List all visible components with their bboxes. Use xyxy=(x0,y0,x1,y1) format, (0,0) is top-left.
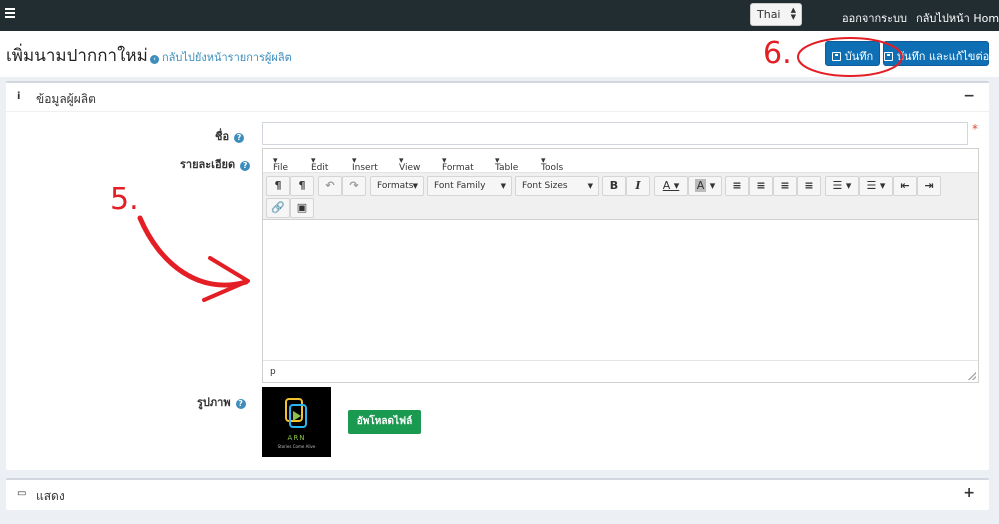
image-label-text: รูปภาพ xyxy=(197,396,231,409)
monitor-icon: ▭ xyxy=(17,488,27,499)
name-label-text: ชื่อ xyxy=(215,130,230,143)
logo-brand: ARN xyxy=(287,434,306,442)
panel-header: i ข้อมูลผู้ผลิต − xyxy=(6,83,989,112)
element-path[interactable]: p xyxy=(270,367,276,377)
menu-format[interactable]: Format ▾ xyxy=(442,156,474,173)
numbered-list-icon[interactable]: ☰ ▾ xyxy=(859,176,893,196)
undo-icon[interactable]: ↶ xyxy=(318,176,342,196)
formats-dropdown[interactable]: Formats ▼ xyxy=(370,176,424,196)
menu-toggle-icon[interactable] xyxy=(5,8,15,18)
menu-tools-label: Tools xyxy=(541,163,564,173)
italic-icon[interactable]: I xyxy=(626,176,650,196)
image-label: รูปภาพ? xyxy=(197,393,246,411)
top-navbar: Thai ▲ ▼ ออกจากระบบ กลับไปหน้า Home xyxy=(0,0,999,31)
editor-statusbar: p xyxy=(263,360,978,382)
menu-table[interactable]: Table ▾ xyxy=(495,156,518,173)
background-color-icon[interactable]: A ▾ xyxy=(688,176,722,196)
menu-table-label: Table xyxy=(495,163,519,173)
name-input[interactable] xyxy=(262,122,968,145)
caret-icon: ▼ xyxy=(412,182,418,190)
expand-toggle[interactable]: + xyxy=(963,485,975,501)
indent-icon[interactable]: ⇥ xyxy=(917,176,941,196)
annotation-circle xyxy=(797,37,903,77)
redo-icon[interactable]: ↷ xyxy=(342,176,366,196)
panel-title: แสดง xyxy=(36,489,65,503)
collapse-toggle[interactable]: − xyxy=(963,88,975,104)
menu-edit[interactable]: Edit ▾ xyxy=(311,156,328,173)
back-arrow-icon: ‹ xyxy=(150,55,159,64)
align-justify-icon[interactable]: ≡ xyxy=(797,176,821,196)
required-mark: * xyxy=(972,122,978,136)
align-center-icon[interactable]: ≡ xyxy=(749,176,773,196)
menu-file-label: File xyxy=(273,163,289,173)
image-icon[interactable]: ▣ xyxy=(290,198,314,218)
save-continue-label: บันทึก และแก้ไขต่อ xyxy=(897,50,990,63)
menu-view[interactable]: View ▾ xyxy=(399,156,420,173)
help-icon[interactable]: ? xyxy=(234,133,245,143)
link-icon[interactable]: 🔗 xyxy=(266,198,290,218)
language-selected: Thai xyxy=(757,8,781,21)
rtl-icon[interactable]: ¶ xyxy=(290,176,314,196)
back-link-label: กลับไปยังหน้ารายการผู้ผลิต xyxy=(162,51,292,64)
formats-label: Formats xyxy=(377,181,414,191)
help-icon[interactable]: ? xyxy=(235,399,246,409)
home-link[interactable]: กลับไปหน้า Home xyxy=(916,9,999,27)
logo-thumbnail: ARN Stories Come Alive xyxy=(262,387,331,457)
editor-content-area[interactable] xyxy=(263,221,978,361)
select-arrows-icon: ▲ ▼ xyxy=(790,6,796,21)
language-select[interactable]: Thai ▲ ▼ xyxy=(750,3,802,26)
detail-label-text: รายละเอียด xyxy=(180,158,236,171)
annotation-arrow xyxy=(137,215,250,302)
info-icon: i xyxy=(17,91,21,102)
panel-title: ข้อมูลผู้ผลิต xyxy=(36,92,96,106)
logout-link[interactable]: ออกจากระบบ xyxy=(842,9,907,27)
page-title: เพิ่มนามปากกาใหม่ xyxy=(6,46,148,66)
menu-format-label: Format xyxy=(442,163,474,173)
bullet-list-icon[interactable]: ☰ ▾ xyxy=(825,176,859,196)
editor-menubar: File ▾ Edit ▾ Insert ▾ View ▾ Format ▾ T… xyxy=(263,149,978,173)
font-family-label: Font Family xyxy=(434,181,486,191)
menu-file[interactable]: File ▾ xyxy=(273,156,288,173)
back-to-list-link[interactable]: ‹ กลับไปยังหน้ารายการผู้ผลิต xyxy=(150,48,292,66)
outdent-icon[interactable]: ⇤ xyxy=(893,176,917,196)
resize-handle-icon[interactable] xyxy=(968,372,976,380)
text-color-icon[interactable]: A ▾ xyxy=(654,176,688,196)
bold-icon[interactable]: B xyxy=(602,176,626,196)
rich-text-editor: File ▾ Edit ▾ Insert ▾ View ▾ Format ▾ T… xyxy=(262,148,979,383)
align-right-icon[interactable]: ≡ xyxy=(773,176,797,196)
editor-toolbar: ¶ ¶ ↶ ↷ Formats ▼ Font Family ▼ Font Sizes… xyxy=(263,173,978,220)
caret-icon: ▼ xyxy=(587,182,593,190)
annotation-step-6: 6. xyxy=(763,36,792,71)
logo-tagline: Stories Come Alive xyxy=(277,444,316,449)
panel-header: ▭ แสดง + xyxy=(6,480,989,509)
help-icon[interactable]: ? xyxy=(240,161,251,171)
menu-insert-label: Insert xyxy=(352,163,378,173)
align-left-icon[interactable]: ≡ xyxy=(725,176,749,196)
font-sizes-dropdown[interactable]: Font Sizes ▼ xyxy=(515,176,599,196)
menu-insert[interactable]: Insert ▾ xyxy=(352,156,378,173)
caret-icon: ▼ xyxy=(500,182,506,190)
menu-tools[interactable]: Tools ▾ xyxy=(541,156,563,173)
font-family-dropdown[interactable]: Font Family ▼ xyxy=(427,176,512,196)
font-sizes-label: Font Sizes xyxy=(522,181,568,191)
name-label: ชื่อ? xyxy=(215,127,245,145)
menu-edit-label: Edit xyxy=(311,163,329,173)
ltr-icon[interactable]: ¶ xyxy=(266,176,290,196)
menu-view-label: View xyxy=(399,163,421,173)
display-panel: ▭ แสดง + xyxy=(6,478,989,510)
upload-file-button[interactable]: อัพโหลดไฟล์ xyxy=(348,410,421,434)
detail-label: รายละเอียด? xyxy=(180,155,251,173)
